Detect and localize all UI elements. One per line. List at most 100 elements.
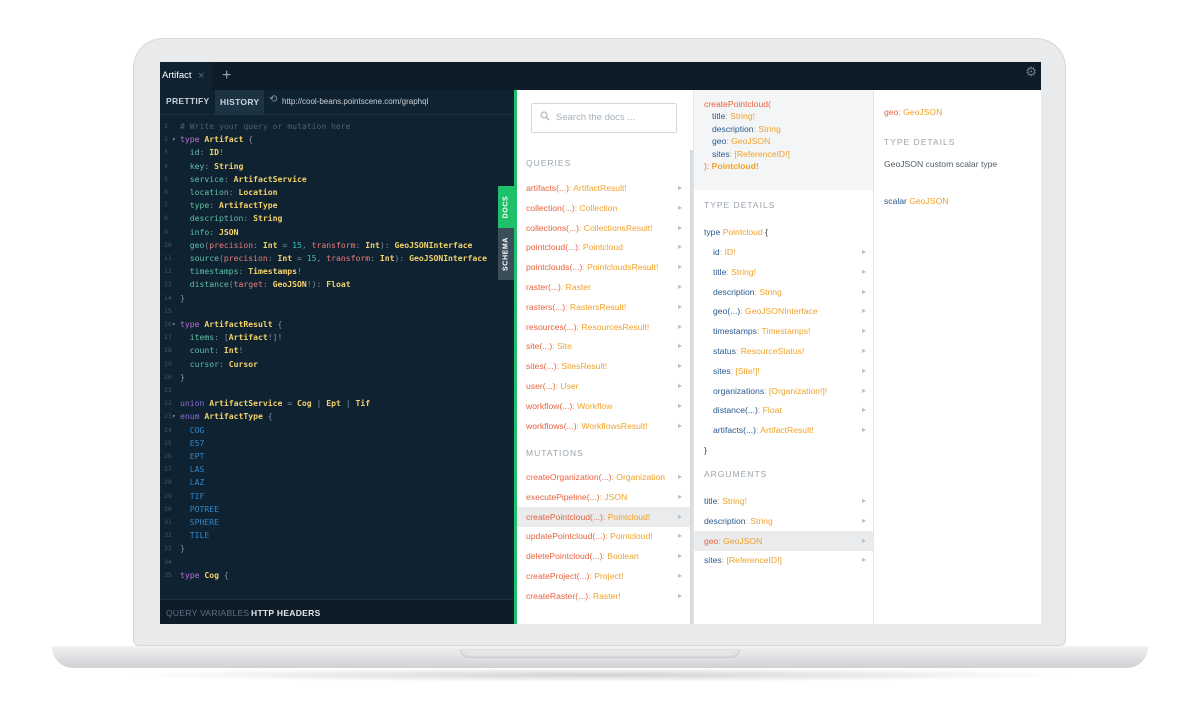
type-field-item[interactable]: status: ResourceStatus! ▸ <box>694 341 874 361</box>
field-type[interactable]: : ArtifactResult! <box>569 183 627 193</box>
doc-field-item[interactable]: artifacts(...): ArtifactResult! ▸ <box>517 178 690 198</box>
field-type[interactable]: : ResourcesResult! <box>577 322 650 332</box>
prettify-button[interactable]: PRETTIFY <box>166 96 210 106</box>
doc-field-item[interactable]: executePipeline(...): JSON ▸ <box>517 487 690 507</box>
field-type[interactable]: : Workflow <box>572 401 612 411</box>
code-token: | <box>340 398 356 409</box>
code-editor[interactable]: 1 # Write your query or mutation here 2 ▾ ty… <box>160 115 514 599</box>
type-field-item[interactable]: distance(...): Float ▸ <box>694 400 874 420</box>
search-input[interactable]: Search the docs ... <box>531 103 677 133</box>
doc-field-item[interactable]: pointclouds(...): PointcloudsResult! ▸ <box>517 257 690 277</box>
type-field-item[interactable]: organizations: [Organization!]! ▸ <box>694 381 874 401</box>
doc-field-item[interactable]: rasters(...): RastersResult! ▸ <box>517 297 690 317</box>
field-type[interactable]: : Collection <box>575 203 618 213</box>
signature-arg-type: : GeoJSON <box>726 136 771 147</box>
type-field-item[interactable]: sites: [Site!]! ▸ <box>694 361 874 381</box>
field-type[interactable]: : SitesResult! <box>557 361 608 371</box>
doc-field-item[interactable]: workflow(...): Workflow ▸ <box>517 396 690 416</box>
history-button[interactable]: HISTORY <box>215 90 265 115</box>
doc-field-item[interactable]: site(...): Site ▸ <box>517 336 690 356</box>
doc-field-item[interactable]: createPointcloud(...): Pointcloud! ▸ <box>517 506 690 527</box>
close-icon[interactable]: × <box>198 62 204 90</box>
doc-field-item[interactable]: createProject(...): Project! ▸ <box>517 566 690 586</box>
field-type[interactable]: : PointcloudsResult! <box>582 262 658 272</box>
tab-artifact[interactable]: Artifact × <box>160 62 212 90</box>
type-field-type[interactable]: : [Organization!]! <box>764 386 827 396</box>
field-name: createOrganization <box>526 472 599 482</box>
field-type[interactable]: : User <box>556 381 579 391</box>
field-type[interactable]: : WorkflowsResult! <box>577 421 648 431</box>
type-field-item[interactable]: geo(...): GeoJSONInterface ▸ <box>694 301 874 321</box>
doc-field-item[interactable]: pointcloud(...): Pointcloud ▸ <box>517 237 690 257</box>
doc-field-item[interactable]: createOrganization(...): Organization ▸ <box>517 467 690 487</box>
fold-arrow-icon[interactable]: ▾ <box>172 410 176 423</box>
code-line: 24 COG <box>160 424 514 437</box>
field-type[interactable]: : CollectionsResult! <box>579 223 653 233</box>
docs-side-tab[interactable]: DOCS <box>498 186 514 228</box>
field-type[interactable]: : Organization <box>612 472 666 482</box>
field-type[interactable]: : RastersResult! <box>565 302 626 312</box>
signature-return-type[interactable]: Pointcloud! <box>712 161 759 171</box>
doc-field-item[interactable]: sites(...): SitesResult! ▸ <box>517 356 690 376</box>
type-field-type[interactable]: : [Site!]! <box>731 366 760 376</box>
field-type[interactable]: : Raster <box>561 282 591 292</box>
type-field-type[interactable]: : Float <box>758 405 782 415</box>
chevron-right-icon: ▸ <box>861 385 866 395</box>
type-field-type[interactable]: : ArtifactResult! <box>756 425 814 435</box>
doc-field-item[interactable]: resources(...): ResourcesResult! ▸ <box>517 317 690 337</box>
code-token: Int <box>277 253 293 263</box>
type-field-item[interactable]: description: String ▸ <box>694 282 874 302</box>
argument-type[interactable]: : String <box>746 516 773 526</box>
chevron-right-icon: ▸ <box>861 346 866 355</box>
field-type[interactable]: : Site <box>552 341 572 351</box>
type-name[interactable]: Pointcloud <box>723 227 763 237</box>
type-field-item[interactable]: title: String! ▸ <box>694 262 874 282</box>
plus-icon[interactable]: + <box>222 62 231 89</box>
field-type[interactable]: : Raster! <box>588 591 620 601</box>
field-type[interactable]: : Boolean <box>602 551 638 561</box>
doc-field-item[interactable]: raster(...): Raster ▸ <box>517 277 690 297</box>
field-name: deletePointcloud <box>526 551 590 562</box>
fold-arrow-icon[interactable]: ▾ <box>172 318 176 331</box>
type-field-type[interactable]: : Timestamps! <box>757 326 810 336</box>
argument-item[interactable]: description: String ▸ <box>694 511 874 531</box>
field-type[interactable]: : Pointcloud! <box>603 512 650 522</box>
gear-icon[interactable]: ⚙ <box>1025 64 1037 80</box>
type-field-type[interactable]: : String <box>755 287 782 297</box>
line-number: 19 <box>164 359 172 368</box>
field-type[interactable]: : JSON <box>600 492 628 502</box>
endpoint-url[interactable]: http://cool-beans.pointscene.com/graphql <box>282 97 428 106</box>
argument-type[interactable]: : [ReferenceID!] <box>722 555 782 565</box>
argument-type[interactable]: : GeoJSON <box>718 536 762 546</box>
code-line: 4 key: String <box>160 160 514 173</box>
argument-type[interactable]: : String! <box>717 496 747 506</box>
schema-side-tab[interactable]: SCHEMA <box>498 228 514 280</box>
doc-field-item[interactable]: deletePointcloud(...): Boolean ▸ <box>517 546 690 566</box>
doc-field-item[interactable]: user(...): User ▸ <box>517 376 690 396</box>
type-field-type[interactable]: : String! <box>726 267 756 277</box>
doc-field-item[interactable]: collection(...): Collection ▸ <box>517 198 690 218</box>
argument-item[interactable]: geo: GeoJSON ▸ <box>694 530 874 551</box>
code-text: geo(precision: Int = 15, transform: Int)… <box>180 239 473 252</box>
type-field-item[interactable]: timestamps: Timestamps! ▸ <box>694 321 874 341</box>
fold-arrow-icon[interactable]: ▾ <box>172 133 176 146</box>
type-field-item[interactable]: id: ID! ▸ <box>694 242 874 262</box>
type-field-item[interactable]: artifacts(...): ArtifactResult! ▸ <box>694 420 874 440</box>
field-type[interactable]: : Project! <box>590 571 624 581</box>
argument-item[interactable]: sites: [ReferenceID!] ▸ <box>694 550 874 570</box>
code-token: { <box>262 411 273 422</box>
argument-item[interactable]: title: String! ▸ <box>694 491 874 511</box>
type-field-type[interactable]: : ResourceStatus! <box>736 346 804 356</box>
doc-field-item[interactable]: workflows(...): WorkflowsResult! ▸ <box>517 416 690 436</box>
query-variables-tab[interactable]: QUERY VARIABLES <box>166 608 249 618</box>
type-field-type[interactable]: : ID! <box>720 247 736 257</box>
field-type[interactable]: : Pointcloud <box>578 242 623 252</box>
doc-field-item[interactable]: createRaster(...): Raster! ▸ <box>517 586 690 606</box>
http-headers-tab[interactable]: HTTP HEADERS <box>251 608 321 618</box>
scalar-detail-column: geo: GeoJSON TYPE DETAILS GeoJSON custom… <box>873 90 1041 624</box>
doc-field-item[interactable]: collections(...): CollectionsResult! ▸ <box>517 218 690 238</box>
doc-field-item[interactable]: updatePointcloud(...): Pointcloud! ▸ <box>517 526 690 546</box>
type-field-type[interactable]: : GeoJSONInterface <box>740 306 817 316</box>
code-token: type <box>180 319 205 329</box>
field-type[interactable]: : Pointcloud! <box>605 531 652 541</box>
